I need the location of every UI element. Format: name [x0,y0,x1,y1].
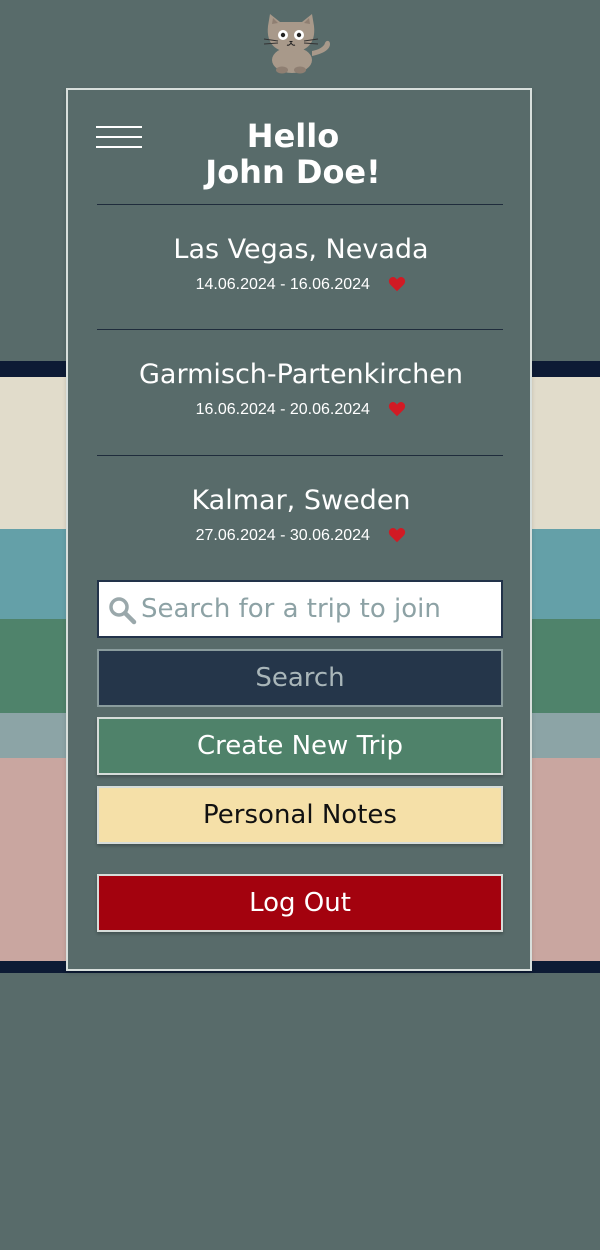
trip-name: Kalmar, Sweden [191,485,411,516]
cat-logo-icon [263,14,330,74]
trip-dates: 14.06.2024 - 16.06.2024 [195,276,370,293]
hamburger-menu-icon[interactable] [96,126,142,152]
main-card: Hello John Doe! Las Vegas, Nevada 14.06.… [66,88,532,971]
trip-item[interactable]: Kalmar, Sweden 27.06.2024 - 30.06.2024 [68,484,534,546]
divider [97,204,503,205]
trip-dates: 27.06.2024 - 30.06.2024 [195,527,370,544]
greeting-title: Hello John Doe! [178,118,408,190]
divider [97,455,503,456]
log-out-button[interactable]: Log Out [97,874,503,932]
heart-icon [389,527,406,543]
greeting-line-name: John Doe! [205,153,381,191]
trip-item[interactable]: Garmisch-Partenkirchen 16.06.2024 - 20.0… [68,358,534,420]
trip-item[interactable]: Las Vegas, Nevada 14.06.2024 - 16.06.202… [68,233,534,295]
heart-icon [389,276,406,292]
heart-icon [389,401,406,417]
search-field [97,580,503,638]
personal-notes-button[interactable]: Personal Notes [97,786,503,844]
trip-name: Garmisch-Partenkirchen [138,359,463,390]
search-input[interactable] [141,582,497,636]
trip-name: Las Vegas, Nevada [173,234,429,265]
search-button[interactable]: Search [97,649,503,707]
create-new-trip-button[interactable]: Create New Trip [97,717,503,775]
greeting-line-hello: Hello [246,117,340,155]
trip-dates: 16.06.2024 - 20.06.2024 [195,401,370,418]
search-icon [109,597,137,625]
divider [97,329,503,330]
